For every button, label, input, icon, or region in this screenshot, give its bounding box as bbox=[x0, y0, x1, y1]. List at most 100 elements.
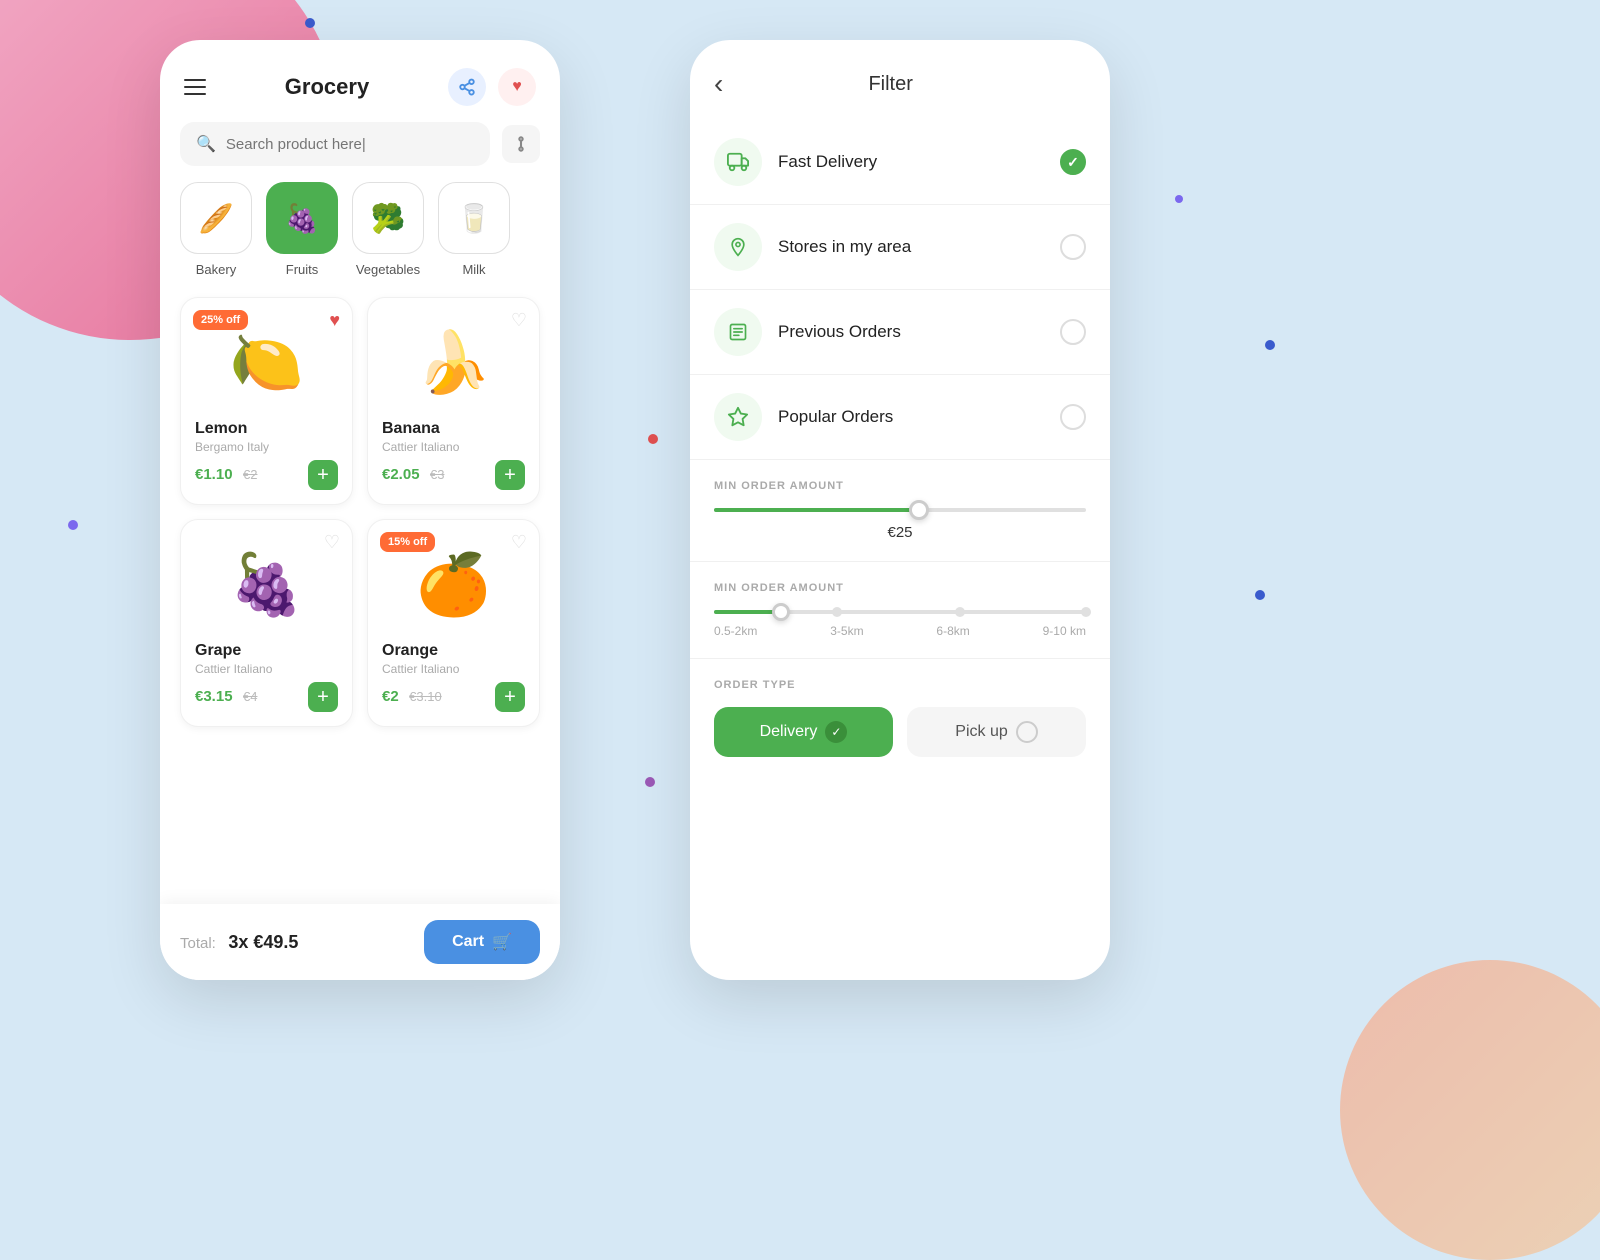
dot-8 bbox=[1255, 590, 1265, 600]
add-banana-button[interactable]: + bbox=[495, 460, 525, 490]
popular-orders-label: Popular Orders bbox=[778, 407, 1044, 427]
share-button[interactable] bbox=[448, 68, 486, 106]
delivery-check-icon: ✓ bbox=[825, 721, 847, 743]
banana-old-price: €3 bbox=[430, 467, 444, 482]
product-grid: 25% off ♥ 🍋 Lemon Bergamo Italy €1.10 €2… bbox=[160, 297, 560, 727]
filter-previous-orders[interactable]: Previous Orders bbox=[690, 290, 1110, 375]
header: Grocery ♥ bbox=[160, 40, 560, 122]
orange-price-row: €2 €3.10 + bbox=[382, 682, 525, 712]
category-fruits[interactable]: 🍇 Fruits bbox=[266, 182, 338, 277]
stores-area-label: Stores in my area bbox=[778, 237, 1044, 257]
dot-5 bbox=[648, 434, 658, 444]
milk-label: Milk bbox=[462, 262, 485, 277]
search-bar[interactable]: 🔍 bbox=[180, 122, 490, 166]
min-order-amount-section: MIN ORDER AMOUNT €25 bbox=[690, 460, 1110, 562]
app-title: Grocery bbox=[206, 74, 448, 100]
fast-delivery-icon bbox=[714, 138, 762, 186]
banana-image: 🍌 bbox=[382, 312, 525, 412]
pickup-radio-icon bbox=[1016, 721, 1038, 743]
orange-old-price: €3.10 bbox=[409, 689, 442, 704]
filter-title: Filter bbox=[739, 73, 1042, 96]
fruits-label: Fruits bbox=[286, 262, 319, 277]
cart-bar: Total: 3x €49.5 Cart 🛒 bbox=[160, 904, 560, 980]
category-milk[interactable]: 🥛 Milk bbox=[438, 182, 510, 277]
product-orange[interactable]: 15% off ♡ 🍊 Orange Cattier Italiano €2 €… bbox=[367, 519, 540, 727]
grape-name: Grape bbox=[195, 642, 338, 660]
add-lemon-button[interactable]: + bbox=[308, 460, 338, 490]
pickup-label: Pick up bbox=[955, 723, 1007, 741]
popular-orders-icon bbox=[714, 393, 762, 441]
menu-button[interactable] bbox=[184, 79, 206, 95]
favorite-banana[interactable]: ♡ bbox=[511, 310, 527, 331]
grape-price: €3.15 bbox=[195, 688, 233, 705]
filter-header: ‹ Filter bbox=[690, 40, 1110, 120]
order-type-row: Delivery ✓ Pick up bbox=[714, 707, 1086, 757]
lemon-price-row: €1.10 €2 + bbox=[195, 460, 338, 490]
distance-labels: 0.5-2km 3-5km 6-8km 9-10 km bbox=[714, 624, 1086, 638]
discount-badge-orange: 15% off bbox=[380, 532, 435, 552]
filter-fast-delivery[interactable]: Fast Delivery bbox=[690, 120, 1110, 205]
delivery-label: Delivery bbox=[760, 723, 818, 741]
dot-3 bbox=[1265, 340, 1275, 350]
fast-delivery-label: Fast Delivery bbox=[778, 152, 1044, 172]
filter-popular-orders[interactable]: Popular Orders bbox=[690, 375, 1110, 460]
popular-orders-radio[interactable] bbox=[1060, 404, 1086, 430]
header-actions: ♥ bbox=[448, 68, 536, 106]
bakery-icon: 🥖 bbox=[180, 182, 252, 254]
category-bakery[interactable]: 🥖 Bakery bbox=[180, 182, 252, 277]
lemon-old-price: €2 bbox=[243, 467, 257, 482]
bg-decoration-salmon bbox=[1340, 960, 1600, 1260]
category-vegetables[interactable]: 🥦 Vegetables bbox=[352, 182, 424, 277]
search-input[interactable] bbox=[226, 136, 474, 153]
product-banana[interactable]: ♡ 🍌 Banana Cattier Italiano €2.05 €3 + bbox=[367, 297, 540, 505]
filter-toggle-button[interactable] bbox=[502, 125, 540, 163]
grape-origin: Cattier Italiano bbox=[195, 662, 338, 676]
order-amount-value: €25 bbox=[714, 524, 1086, 541]
fruits-icon: 🍇 bbox=[266, 182, 338, 254]
order-type-label: ORDER TYPE bbox=[714, 679, 1086, 691]
distance-dot-2 bbox=[832, 607, 842, 617]
distance-label-3: 6-8km bbox=[936, 624, 969, 638]
favorite-orange[interactable]: ♡ bbox=[511, 532, 527, 553]
order-type-section: ORDER TYPE Delivery ✓ Pick up bbox=[690, 659, 1110, 777]
product-lemon[interactable]: 25% off ♥ 🍋 Lemon Bergamo Italy €1.10 €2… bbox=[180, 297, 353, 505]
back-button[interactable]: ‹ bbox=[714, 68, 723, 100]
pickup-button[interactable]: Pick up bbox=[907, 707, 1086, 757]
orange-name: Orange bbox=[382, 642, 525, 660]
cart-icon: 🛒 bbox=[492, 932, 512, 952]
add-orange-button[interactable]: + bbox=[495, 682, 525, 712]
distance-track bbox=[714, 610, 1086, 614]
grape-image: 🍇 bbox=[195, 534, 338, 634]
category-list: 🥖 Bakery 🍇 Fruits 🥦 Vegetables 🥛 Milk bbox=[160, 182, 560, 297]
distance-dot-3 bbox=[955, 607, 965, 617]
bakery-label: Bakery bbox=[196, 262, 236, 277]
grocery-screen: Grocery ♥ 🔍 bbox=[160, 40, 560, 980]
distance-label-2: 3-5km bbox=[830, 624, 863, 638]
favorite-grape[interactable]: ♡ bbox=[324, 532, 340, 553]
vegetables-icon: 🥦 bbox=[352, 182, 424, 254]
add-grape-button[interactable]: + bbox=[308, 682, 338, 712]
vegetables-label: Vegetables bbox=[356, 262, 420, 277]
banana-name: Banana bbox=[382, 420, 525, 438]
lemon-origin: Bergamo Italy bbox=[195, 440, 338, 454]
discount-badge-lemon: 25% off bbox=[193, 310, 248, 330]
previous-orders-icon bbox=[714, 308, 762, 356]
order-amount-thumb[interactable] bbox=[909, 500, 929, 520]
orange-origin: Cattier Italiano bbox=[382, 662, 525, 676]
previous-orders-radio[interactable] bbox=[1060, 319, 1086, 345]
stores-area-radio[interactable] bbox=[1060, 234, 1086, 260]
filter-screen: ‹ Filter Fast Delivery Stores in my area bbox=[690, 40, 1110, 980]
favorite-lemon[interactable]: ♥ bbox=[329, 310, 340, 331]
distance-thumb[interactable] bbox=[772, 603, 790, 621]
delivery-button[interactable]: Delivery ✓ bbox=[714, 707, 893, 757]
filter-stores-area[interactable]: Stores in my area bbox=[690, 205, 1110, 290]
distance-label-4: 9-10 km bbox=[1043, 624, 1086, 638]
distance-label-1: 0.5-2km bbox=[714, 624, 757, 638]
cart-total-label: Total: bbox=[180, 935, 216, 952]
favorites-button[interactable]: ♥ bbox=[498, 68, 536, 106]
product-grape[interactable]: ♡ 🍇 Grape Cattier Italiano €3.15 €4 + bbox=[180, 519, 353, 727]
distance-dot-4 bbox=[1081, 607, 1091, 617]
cart-button[interactable]: Cart 🛒 bbox=[424, 920, 540, 964]
fast-delivery-radio[interactable] bbox=[1060, 149, 1086, 175]
cart-total-value: 3x €49.5 bbox=[228, 932, 298, 952]
